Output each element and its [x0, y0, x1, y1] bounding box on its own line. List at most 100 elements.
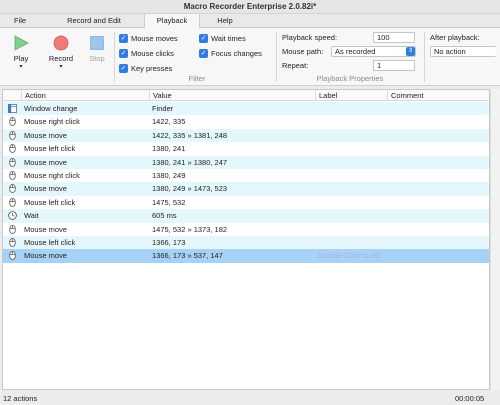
cell-label: [318, 115, 388, 128]
checkmark-icon: ✓: [119, 34, 128, 43]
mouse-path-select[interactable]: As recorded ⇕: [331, 46, 416, 57]
cell-comment: [390, 209, 488, 222]
focus-changes-checkbox[interactable]: ✓ Focus changes: [199, 48, 262, 59]
table-row[interactable]: Mouse right click 1422, 335: [3, 115, 489, 129]
table-row[interactable]: Mouse move 1380, 241 » 1380, 247: [3, 155, 489, 169]
window-title: Macro Recorder Enterprise 2.0.82i*: [183, 2, 317, 11]
cell-comment: [390, 156, 488, 169]
play-label: Play: [13, 54, 29, 63]
cell-action: Mouse move: [24, 224, 67, 234]
playback-speed-label: Playback speed:: [282, 33, 338, 42]
cell-value: 1380, 249 » 1473, 523: [152, 184, 228, 194]
cell-action: Mouse move: [24, 251, 67, 261]
play-button[interactable]: Play ▾: [6, 32, 36, 72]
table-row[interactable]: Mouse right click 1380, 249: [3, 169, 489, 183]
repeat-field[interactable]: 1: [373, 60, 415, 71]
cell-value: 1475, 532 » 1373, 182: [152, 224, 228, 234]
action-count: 12 actions: [3, 394, 38, 403]
repeat-label: Repeat:: [282, 61, 309, 70]
cell-action: Mouse right click: [24, 171, 80, 180]
chevron-down-icon: ▾: [19, 64, 23, 70]
after-playback-select[interactable]: No action: [430, 46, 496, 57]
after-playback-value: No action: [434, 47, 466, 56]
menu-record-and-edit[interactable]: Record and Edit: [58, 14, 130, 28]
playback-speed-field[interactable]: 100: [373, 32, 415, 43]
column-header-label[interactable]: Label: [315, 90, 387, 101]
cell-value: 1422, 335: [152, 117, 186, 127]
table-row[interactable]: Mouse left click 1475, 532: [3, 195, 489, 210]
key-presses-checkbox[interactable]: ✓ Key presses: [119, 63, 172, 74]
stop-button[interactable]: Stop: [82, 32, 112, 72]
ribbon-toolbar: Play ▾ Record ▾ Stop ✓ Mouse moves ✓ Mou…: [0, 28, 500, 86]
duration: 00:00:05: [455, 394, 485, 403]
key-presses-label: Key presses: [131, 64, 173, 73]
cell-action: Window change: [24, 104, 78, 113]
cell-comment: [390, 236, 488, 249]
record-button[interactable]: Record ▾: [46, 32, 76, 72]
cell-label: [318, 223, 388, 236]
cell-action: Mouse right click: [24, 117, 80, 127]
table-row[interactable]: Mouse move 1380, 249 » 1473, 523: [3, 182, 489, 196]
cell-comment: [390, 223, 488, 236]
cell-value: 1380, 241 » 1380, 247: [152, 157, 228, 167]
cell-value: 1380, 241: [152, 144, 186, 154]
cell-action: Mouse left click: [24, 238, 76, 247]
cell-comment: [390, 129, 488, 142]
cell-value: 1380, 249: [152, 171, 186, 180]
cell-label: [318, 156, 388, 169]
divider: [276, 32, 277, 82]
menu-bar: File Record and Edit Playback Help: [0, 14, 500, 29]
cell-comment: [390, 182, 488, 195]
mouse-moves-checkbox[interactable]: ✓ Mouse moves: [119, 33, 178, 44]
table-row[interactable]: Wait 605 ms: [3, 209, 489, 223]
record-label: Record: [48, 54, 74, 63]
cell-action: Mouse move: [24, 130, 67, 140]
status-bar: 12 actions 00:00:05: [0, 393, 500, 405]
playback-properties-group-label: Playback Properties: [316, 74, 384, 83]
mouse-clicks-label: Mouse clicks: [131, 49, 174, 58]
table-row[interactable]: Mouse move 1475, 532 » 1373, 182: [3, 222, 489, 236]
cell-label: [318, 196, 388, 209]
wait-times-checkbox[interactable]: ✓ Wait times: [199, 33, 246, 44]
table-row[interactable]: Mouse left click 1380, 241: [3, 142, 489, 156]
divider: [114, 32, 115, 82]
column-header-comment[interactable]: Comment: [387, 90, 489, 101]
menu-file[interactable]: File: [6, 14, 34, 28]
table-row[interactable]: Mouse move 1366, 173 » 537, 147 Double-Cli…: [3, 249, 489, 263]
stop-icon: [90, 36, 104, 50]
checkmark-icon: ✓: [119, 49, 128, 58]
column-header-action[interactable]: Action: [21, 90, 149, 101]
cell-action: Mouse move: [24, 157, 67, 167]
title-bar: Macro Recorder Enterprise 2.0.82i*: [0, 0, 500, 14]
mouse-path-value: As recorded: [335, 47, 376, 56]
cell-value: 1475, 532: [152, 197, 186, 207]
cell-value: Finder: [152, 104, 174, 113]
menu-help[interactable]: Help: [210, 14, 240, 28]
mouse-path-label: Mouse path:: [282, 47, 324, 56]
table-row[interactable]: Mouse move 1422, 335 » 1381, 248: [3, 128, 489, 143]
cell-comment: [390, 249, 488, 262]
table-header: Action Value Label Comment: [3, 90, 489, 101]
play-icon: [14, 35, 29, 51]
cell-action: Wait: [24, 211, 39, 221]
checkmark-icon: ✓: [199, 49, 208, 58]
cell-value: 1422, 335 » 1381, 248: [152, 130, 228, 140]
table-row[interactable]: Mouse left click 1366, 173: [3, 236, 489, 250]
menu-playback[interactable]: Playback: [144, 14, 200, 29]
table-scrollbar[interactable]: [490, 89, 500, 390]
cell-value: 1366, 173 » 537, 147: [152, 251, 223, 261]
record-icon: [53, 35, 69, 51]
mouse-moves-label: Mouse moves: [131, 34, 178, 43]
cell-label: [318, 129, 388, 142]
cell-label: Double-Click to ad: [318, 251, 380, 261]
table-row[interactable]: Window change Finder: [3, 102, 489, 116]
cell-comment: [390, 142, 488, 155]
checkmark-icon: ✓: [199, 34, 208, 43]
mouse-clicks-checkbox[interactable]: ✓ Mouse clicks: [119, 48, 174, 59]
cell-comment: [390, 169, 488, 182]
cell-action: Mouse left click: [24, 197, 76, 207]
actions-table: Action Value Label Comment Window change…: [2, 89, 490, 390]
focus-changes-label: Focus changes: [211, 49, 262, 58]
after-playback-label: After playback:: [430, 33, 480, 42]
column-header-value[interactable]: Value: [149, 90, 315, 101]
